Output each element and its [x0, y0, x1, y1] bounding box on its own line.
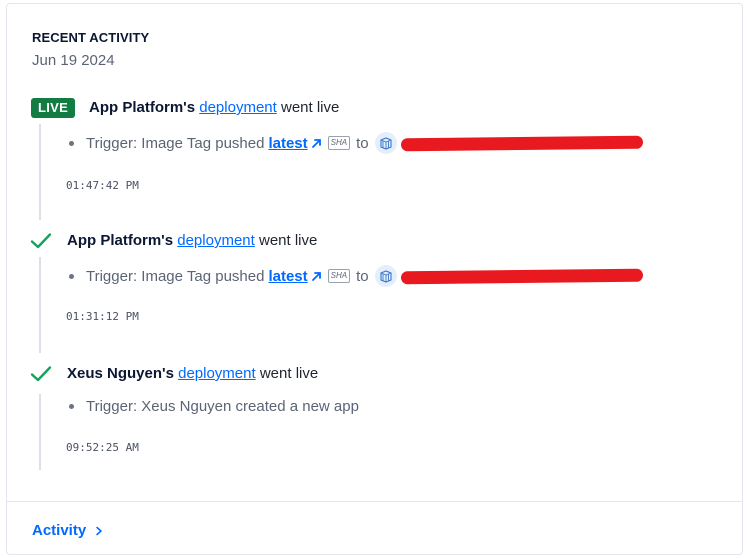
event-suffix: went live	[259, 365, 319, 382]
event-title: App Platform's deployment went live	[89, 99, 339, 116]
event-title: Xeus Nguyen's deployment went live	[67, 365, 318, 382]
timeline-line	[39, 257, 41, 353]
event-trigger: Trigger: Xeus Nguyen created a new app	[69, 398, 359, 415]
sha-chip: SHA	[327, 269, 351, 283]
event-timestamp: 01:47:42 PM	[66, 179, 139, 192]
to-label: to	[356, 267, 369, 285]
event-timestamp: 09:52:25 AM	[66, 441, 139, 454]
image-tag-link[interactable]: latest	[268, 268, 307, 285]
event-suffix: went live	[280, 99, 340, 116]
event-trigger: Trigger: Image Tag pushed latest SHA to	[69, 265, 643, 287]
event-trigger: Trigger: Image Tag pushed latest SHA to	[69, 132, 643, 154]
event-timestamp: 01:31:12 PM	[66, 310, 139, 323]
section-date: Jun 19 2024	[32, 52, 115, 69]
bullet	[69, 140, 74, 146]
bullet	[69, 273, 74, 279]
timeline-line	[39, 124, 41, 220]
live-badge: LIVE	[31, 98, 76, 118]
check-icon	[30, 366, 52, 382]
trigger-text: Trigger: Xeus Nguyen created a new app	[86, 398, 359, 415]
timeline-line	[39, 394, 41, 470]
event-suffix: went live	[258, 232, 318, 249]
chevron-right-icon	[96, 526, 102, 535]
bullet	[69, 404, 74, 409]
event-actor: Xeus Nguyen's	[67, 365, 174, 382]
redacted-registry-name	[400, 135, 643, 151]
container-registry-icon	[374, 265, 397, 287]
recent-activity-card: RECENT ACTIVITY Jun 19 2024 LIVE App Pla…	[6, 3, 743, 555]
to-label: to	[356, 134, 369, 152]
container-registry-icon	[374, 132, 397, 154]
external-arrow-icon	[311, 138, 321, 148]
image-tag-link[interactable]: latest	[268, 135, 307, 152]
deployment-link[interactable]: deployment	[177, 232, 255, 249]
sha-chip: SHA	[327, 136, 351, 150]
activity-link-label: Activity	[32, 522, 87, 539]
event-title: App Platform's deployment went live	[67, 232, 317, 249]
deployment-link[interactable]: deployment	[199, 99, 277, 116]
event-actor: App Platform's	[89, 99, 196, 116]
footer-divider	[7, 501, 742, 502]
section-title: RECENT ACTIVITY	[32, 30, 150, 45]
deployment-link[interactable]: deployment	[178, 365, 256, 382]
trigger-text: Trigger: Image Tag pushed	[86, 134, 265, 152]
redacted-registry-name	[400, 268, 643, 284]
trigger-text: Trigger: Image Tag pushed	[86, 267, 265, 285]
check-icon	[30, 233, 52, 249]
activity-link[interactable]: Activity	[32, 522, 104, 539]
event-actor: App Platform's	[67, 232, 174, 249]
external-arrow-icon	[311, 271, 321, 281]
